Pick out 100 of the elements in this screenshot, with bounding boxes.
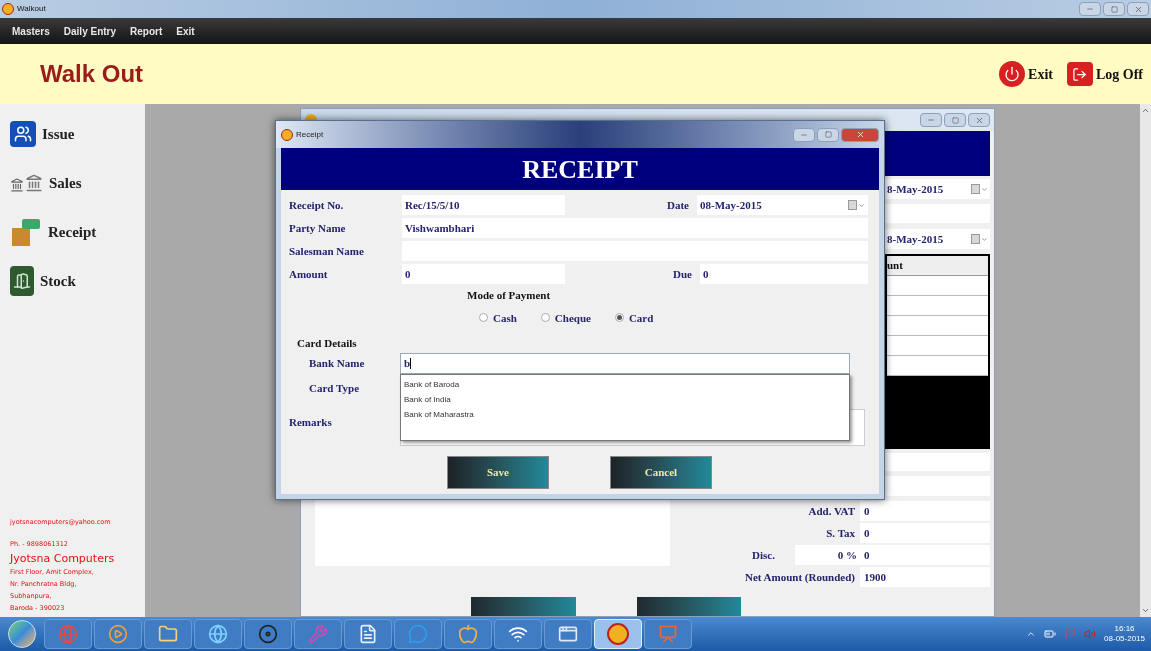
wifi-icon	[508, 624, 528, 644]
sidebar-item[interactable]: Issue	[10, 118, 145, 150]
log-off-button[interactable]: Log Off	[1066, 62, 1143, 86]
payment-radio[interactable]: Cash	[479, 309, 517, 326]
start-orb-icon[interactable]	[8, 620, 36, 648]
table-row[interactable]	[887, 316, 988, 336]
scroll-up-icon[interactable]	[1141, 106, 1150, 115]
save-button[interactable]: Save	[447, 455, 549, 489]
field-label: Receipt No.	[289, 197, 345, 213]
wrench-icon	[308, 624, 328, 644]
calendar-dropdown-icon[interactable]	[848, 200, 865, 210]
logo-icon	[607, 623, 629, 645]
document-icon	[358, 624, 378, 644]
presentation-icon	[658, 624, 678, 644]
due-field[interactable]: 0	[700, 264, 868, 284]
table-row[interactable]	[887, 276, 988, 296]
taskbar-button[interactable]	[144, 619, 192, 649]
app-logo-icon	[2, 3, 14, 15]
table-row[interactable]	[887, 356, 988, 376]
bank-name-field[interactable]: b	[400, 352, 850, 374]
date-value: 08-May-2015	[700, 197, 762, 213]
table-row[interactable]	[887, 336, 988, 356]
taskbar-button[interactable]	[344, 619, 392, 649]
date-field[interactable]: 8-May-2015	[885, 229, 990, 249]
battery-icon[interactable]	[1044, 628, 1057, 640]
input-field[interactable]	[885, 453, 990, 471]
minimize-icon	[927, 116, 935, 124]
suggestion-item[interactable]: Bank of India	[404, 391, 451, 407]
folder-icon	[158, 624, 178, 644]
taskbar-button[interactable]	[244, 619, 292, 649]
log-out-icon	[1066, 62, 1093, 86]
sidebar-item[interactable]: Receipt	[10, 216, 145, 248]
date-field[interactable]: 08-May-2015	[697, 195, 868, 215]
people-icon	[10, 121, 36, 147]
input-field[interactable]	[885, 204, 990, 223]
clock-date: 08-05-2015	[1104, 634, 1145, 644]
total-label: S. Tax	[826, 525, 855, 541]
menu-item[interactable]: Report	[130, 23, 163, 39]
payment-radio[interactable]: Cheque	[540, 309, 591, 326]
suggestion-item[interactable]: Bank of Baroda	[404, 376, 460, 392]
minimize-button[interactable]	[920, 113, 942, 127]
button-top[interactable]	[637, 597, 741, 616]
window-title: Walkout	[17, 3, 46, 15]
chat-icon	[408, 624, 428, 644]
app-title: Walk Out	[40, 59, 144, 89]
menu-item[interactable]: Daily Entry	[63, 23, 117, 39]
maximize-button[interactable]	[817, 127, 839, 142]
calendar-dropdown-icon[interactable]	[971, 234, 988, 244]
amount-field[interactable]: 0	[402, 264, 565, 284]
close-button[interactable]	[841, 127, 879, 142]
minimize-button[interactable]	[1079, 2, 1101, 16]
disc-icon	[258, 624, 278, 644]
field-label: Due	[672, 266, 693, 282]
input-field[interactable]: Vishwambhari	[402, 218, 868, 238]
scroll-down-icon[interactable]	[1141, 606, 1150, 615]
total-field[interactable]: 0	[860, 501, 990, 521]
cash-box-icon	[10, 216, 42, 248]
taskbar-button[interactable]	[544, 619, 592, 649]
clock[interactable]: 16:16 08-05-2015	[1104, 624, 1145, 644]
table-row[interactable]	[887, 296, 988, 316]
flag-icon[interactable]	[1064, 628, 1077, 640]
field-label: Card Type	[308, 381, 360, 397]
close-button[interactable]	[968, 113, 990, 127]
taskbar-button[interactable]	[194, 619, 242, 649]
receipt-number-field[interactable]: Rec/15/5/10	[402, 195, 565, 215]
menu-item[interactable]: Masters	[12, 23, 50, 39]
discount-percent-field[interactable]: 0 %	[795, 545, 860, 565]
scrollbar[interactable]	[1140, 104, 1151, 617]
section-label: Mode of Payment	[467, 288, 551, 303]
menu-item[interactable]: Exit	[176, 23, 195, 39]
button-top[interactable]	[471, 597, 576, 616]
date-field[interactable]: 8-May-2015	[885, 179, 990, 199]
maximize-button[interactable]	[944, 113, 966, 127]
total-field[interactable]: 0	[860, 523, 990, 543]
sidebar-item[interactable]: Stock	[10, 265, 145, 297]
power-icon	[999, 61, 1026, 87]
calendar-dropdown-icon[interactable]	[971, 184, 988, 194]
minimize-button[interactable]	[793, 127, 815, 142]
close-button[interactable]	[1127, 2, 1149, 16]
total-field[interactable]: 1900	[860, 567, 990, 587]
maximize-button[interactable]	[1103, 2, 1125, 16]
field-label: Amount	[289, 266, 329, 282]
total-field[interactable]: 0	[860, 545, 990, 565]
taskbar-button[interactable]	[494, 619, 542, 649]
total-label: Net Amount (Rounded)	[745, 569, 855, 585]
field-label: Bank Name	[308, 355, 366, 371]
input-field[interactable]	[885, 476, 990, 496]
browser-icon	[58, 624, 78, 644]
column-header: unt	[887, 258, 903, 274]
apple-icon	[458, 624, 478, 644]
close-icon	[974, 115, 984, 125]
field-label: Remarks	[289, 414, 333, 430]
speaker-icon[interactable]	[1084, 628, 1097, 640]
dialog-title: Receipt	[296, 128, 324, 141]
suggestion-item[interactable]: Bank of Maharastra	[404, 406, 474, 422]
exit-button[interactable]: Exit	[999, 61, 1053, 87]
sidebar-item[interactable]: Sales	[10, 167, 145, 199]
field-label: Date	[666, 197, 690, 213]
cancel-button[interactable]: Cancel	[610, 455, 712, 489]
payment-radio[interactable]: Card	[614, 309, 654, 326]
